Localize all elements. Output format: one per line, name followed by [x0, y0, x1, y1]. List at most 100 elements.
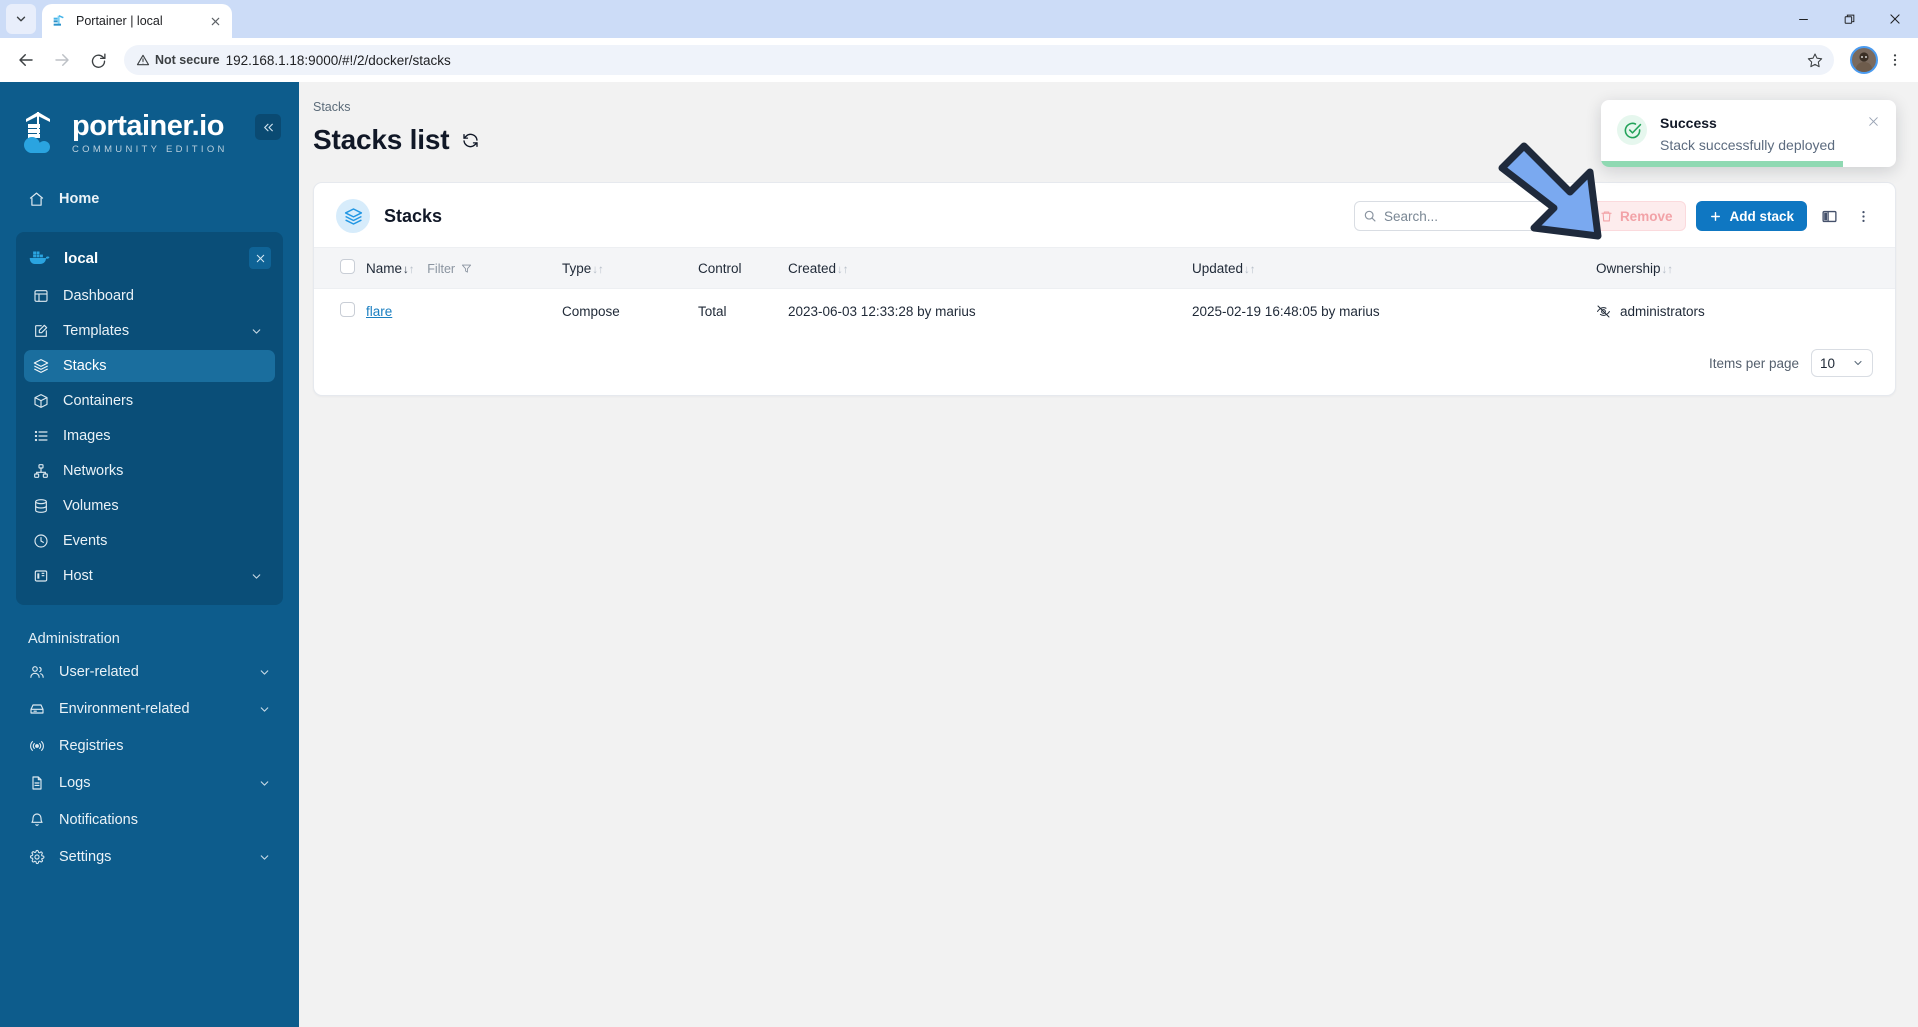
sidebar-item-label: Images: [63, 428, 111, 444]
warning-triangle-icon: [136, 54, 150, 66]
sort-indicator[interactable]: ↓↑: [403, 264, 415, 276]
sidebar-item-label: Networks: [63, 463, 124, 479]
sort-indicator[interactable]: ↓↑: [1662, 264, 1674, 276]
sidebar-item-user-related[interactable]: User-related: [16, 655, 283, 689]
search-input[interactable]: Search...: [1353, 201, 1576, 231]
logo-text: portainer.io COMMUNITY EDITION: [72, 111, 228, 155]
sidebar-item-notifications[interactable]: Notifications: [16, 803, 283, 837]
sidebar-item-home[interactable]: Home: [16, 182, 283, 216]
sidebar-item-templates[interactable]: Templates: [24, 315, 275, 347]
security-indicator[interactable]: Not secure: [136, 53, 220, 67]
page-title: Stacks list: [313, 124, 450, 155]
tab-search-chevron-icon[interactable]: [6, 4, 36, 34]
sidebar-item-label: Events: [63, 533, 108, 549]
minimize-icon[interactable]: [1780, 0, 1826, 38]
items-per-page-select[interactable]: 10: [1811, 349, 1873, 377]
column-header-type[interactable]: Type↓↑: [562, 248, 698, 289]
star-icon[interactable]: [1802, 47, 1828, 73]
chevron-down-icon[interactable]: [257, 703, 271, 716]
tab-title: Portainer | local: [76, 14, 163, 28]
add-stack-button[interactable]: Add stack: [1696, 201, 1807, 231]
toast-message: Stack successfully deployed: [1660, 137, 1836, 153]
sort-indicator[interactable]: ↓↑: [592, 264, 604, 276]
column-header-created[interactable]: Created↓↑: [788, 248, 1192, 289]
sidebar-item-volumes[interactable]: Volumes: [24, 490, 275, 522]
sidebar-logo[interactable]: portainer.io COMMUNITY EDITION: [0, 82, 299, 156]
sidebar-item-logs[interactable]: Logs: [16, 766, 283, 800]
back-arrow-icon[interactable]: [10, 44, 42, 76]
restore-icon[interactable]: [1826, 0, 1872, 38]
table-body: flare Compose Total 2023-06-03 12:33:28 …: [314, 289, 1895, 334]
chevron-down-icon[interactable]: [249, 325, 263, 338]
template-edit-icon: [32, 323, 49, 340]
row-checkbox[interactable]: [340, 302, 355, 317]
toast-title: Success: [1660, 115, 1717, 131]
chevron-down-icon[interactable]: [257, 851, 271, 864]
chevron-down-icon[interactable]: [257, 777, 271, 790]
stacks-card: Stacks Search... Remove Add stack Name↓↑…: [313, 182, 1896, 396]
avatar[interactable]: [1850, 46, 1878, 74]
sidebar-item-settings[interactable]: Settings: [16, 840, 283, 874]
container-box-icon: [32, 393, 49, 410]
address-bar[interactable]: Not secure 192.168.1.18:9000/#!/2/docker…: [124, 45, 1834, 75]
sort-indicator[interactable]: ↓↑: [837, 264, 849, 276]
browser-menu-icon[interactable]: [1882, 44, 1908, 76]
column-label: Updated: [1192, 260, 1244, 276]
trash-icon: [1600, 210, 1613, 223]
sidebar-environment-close-icon[interactable]: [249, 247, 271, 269]
column-header-name[interactable]: Name↓↑ Filter: [366, 248, 562, 289]
main-content: Stacks Stacks list Stacks Search... Remo…: [299, 82, 1918, 1027]
registries-broadcast-icon: [28, 738, 45, 755]
security-label: Not secure: [155, 53, 220, 67]
images-list-icon: [32, 428, 49, 445]
tab-close-icon[interactable]: [206, 12, 224, 30]
cell-ownership: administrators: [1596, 289, 1895, 334]
table-row[interactable]: flare Compose Total 2023-06-03 12:33:28 …: [314, 289, 1895, 334]
columns-layout-icon[interactable]: [1817, 203, 1841, 229]
select-all-checkbox[interactable]: [340, 259, 355, 274]
search-placeholder: Search...: [1383, 208, 1438, 224]
card-more-menu-icon[interactable]: [1851, 203, 1875, 229]
sidebar-item-stacks[interactable]: Stacks: [24, 350, 275, 382]
logs-document-icon: [28, 775, 45, 792]
select-all-header: [314, 248, 366, 289]
portainer-crane-logo-icon: [20, 110, 62, 156]
items-per-page-label: Items per page: [1708, 355, 1799, 371]
sidebar-item-environment-related[interactable]: Environment-related: [16, 692, 283, 726]
sidebar-collapse-button[interactable]: [255, 114, 281, 140]
row-select-cell: [314, 289, 366, 334]
remove-button[interactable]: Remove: [1585, 201, 1687, 231]
sidebar-environment-group: local Dashboard Templates Stacks Contain…: [16, 232, 283, 605]
sidebar-item-containers[interactable]: Containers: [24, 385, 275, 417]
chevron-down-icon[interactable]: [249, 570, 263, 583]
sidebar-item-dashboard[interactable]: Dashboard: [24, 280, 275, 312]
sidebar-item-label: User-related: [59, 664, 139, 680]
sidebar-item-events[interactable]: Events: [24, 525, 275, 557]
cell-control: Total: [698, 303, 727, 319]
reload-icon[interactable]: [82, 44, 114, 76]
sidebar-item-host[interactable]: Host: [24, 560, 275, 592]
sidebar-item-label: Stacks: [63, 358, 107, 374]
stacks-layers-icon: [32, 358, 49, 375]
stack-name-link[interactable]: flare: [366, 304, 392, 319]
sidebar-environment-header[interactable]: local: [16, 240, 283, 276]
home-icon: [28, 191, 45, 208]
window-close-icon[interactable]: [1872, 0, 1918, 38]
column-header-ownership[interactable]: Ownership↓↑: [1596, 248, 1895, 289]
chevron-down-icon[interactable]: [257, 666, 271, 679]
sidebar-item-networks[interactable]: Networks: [24, 455, 275, 487]
column-header-updated[interactable]: Updated↓↑: [1192, 248, 1596, 289]
sidebar-item-images[interactable]: Images: [24, 420, 275, 452]
sidebar-item-registries[interactable]: Registries: [16, 729, 283, 763]
search-clear-icon[interactable]: [1555, 209, 1567, 224]
sort-indicator[interactable]: ↓↑: [1244, 264, 1256, 276]
sidebar-item-label: Registries: [59, 738, 124, 754]
refresh-icon[interactable]: [461, 131, 480, 150]
toast-close-icon[interactable]: [1867, 115, 1880, 154]
sidebar-item-label: Environment-related: [59, 701, 190, 717]
browser-tab[interactable]: Portainer | local: [42, 4, 232, 38]
name-filter[interactable]: Filter: [427, 262, 471, 276]
add-stack-button-label: Add stack: [1729, 208, 1794, 224]
stacks-table: Name↓↑ Filter Type↓↑ Control Created↓↑ U…: [314, 247, 1895, 333]
docker-whale-icon: [28, 249, 52, 267]
